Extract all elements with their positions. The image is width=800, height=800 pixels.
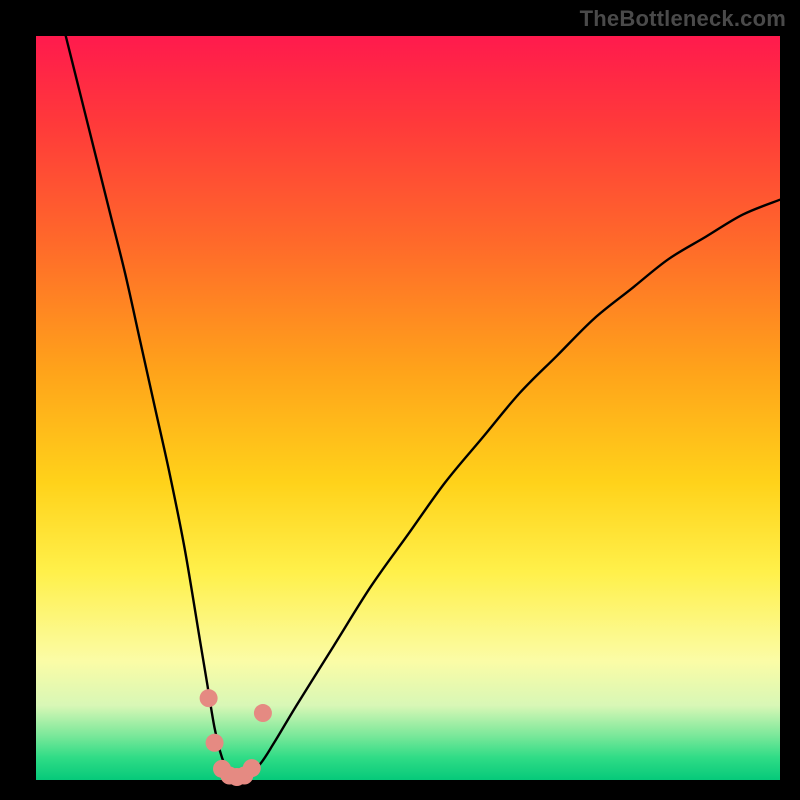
watermark-text: TheBottleneck.com	[580, 6, 786, 32]
chart-svg	[36, 36, 780, 780]
plot-area	[36, 36, 780, 780]
floor-marker	[243, 759, 261, 777]
floor-marker	[206, 734, 224, 752]
floor-marker	[200, 689, 218, 707]
floor-marker	[254, 704, 272, 722]
outer-frame: TheBottleneck.com	[0, 0, 800, 800]
bottleneck-curve	[66, 36, 780, 780]
floor-markers-group	[200, 689, 272, 786]
